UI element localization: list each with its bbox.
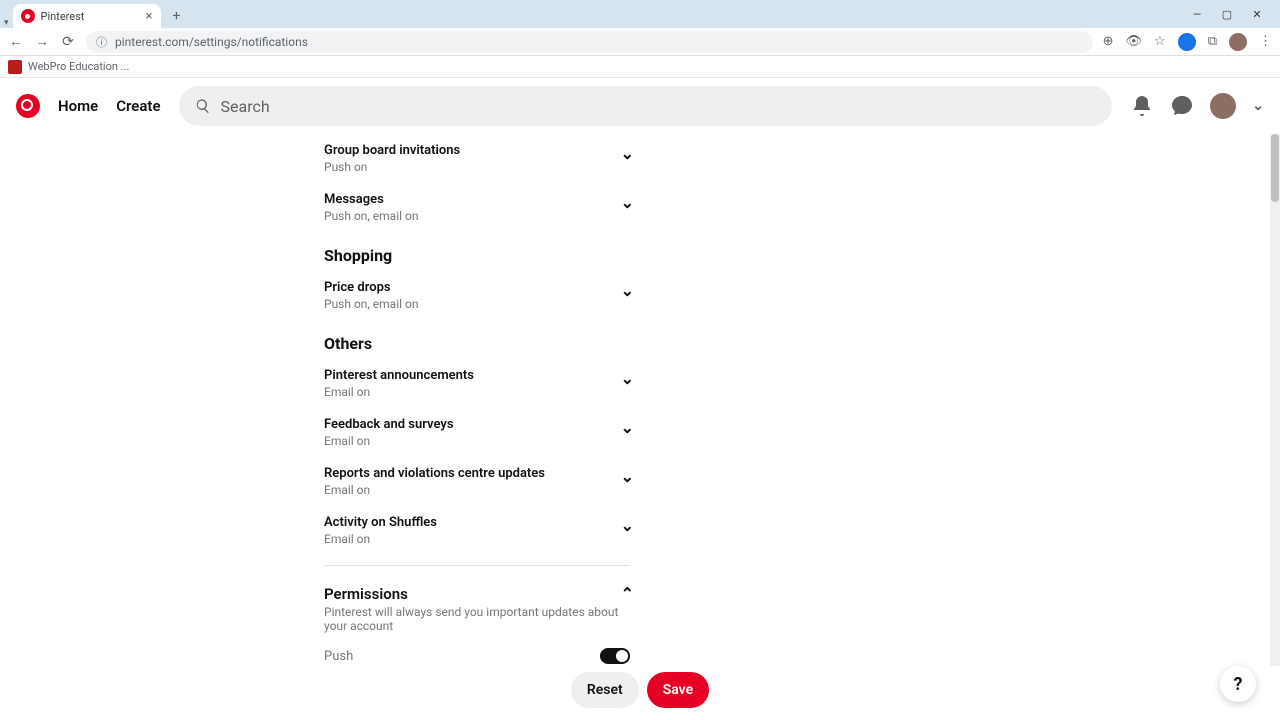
- search-icon: [195, 98, 211, 114]
- settings-content: Group board invitations Push on ⌄ Messag…: [0, 134, 1280, 666]
- row-title: Activity on Shuffles: [324, 515, 630, 530]
- forward-button[interactable]: →: [34, 33, 50, 50]
- bell-icon[interactable]: [1130, 94, 1154, 118]
- minimize-icon[interactable]: —: [1190, 8, 1204, 21]
- back-button[interactable]: ←: [8, 33, 24, 50]
- setting-reports[interactable]: Reports and violations centre updates Em…: [324, 457, 630, 506]
- row-sub: Pinterest will always send you important…: [324, 605, 630, 633]
- window-titlebar: ▾ Pinterest × + — ▢ ✕: [0, 0, 1280, 28]
- setting-feedback[interactable]: Feedback and surveys Email on ⌄: [324, 408, 630, 457]
- row-title: Pinterest announcements: [324, 368, 630, 383]
- bookmark-item[interactable]: WebPro Education ...: [28, 60, 129, 73]
- row-title: Permissions: [324, 585, 630, 603]
- permission-label: Push: [324, 649, 353, 664]
- search-input[interactable]: Search: [179, 86, 1113, 126]
- section-others: Others: [324, 320, 630, 359]
- row-sub: Email on: [324, 532, 630, 546]
- reset-button[interactable]: Reset: [571, 672, 639, 708]
- section-shopping: Shopping: [324, 232, 630, 271]
- row-sub: Email on: [324, 483, 630, 497]
- eye-icon[interactable]: 👁: [1126, 34, 1143, 49]
- row-title: Messages: [324, 192, 630, 207]
- close-tab-icon[interactable]: ×: [146, 9, 153, 24]
- chevron-down-icon: ⌄: [621, 369, 634, 388]
- site-info-icon[interactable]: ⓘ: [96, 34, 107, 50]
- reload-button[interactable]: ⟳: [60, 34, 76, 50]
- row-title: Price drops: [324, 280, 630, 295]
- pinterest-logo[interactable]: [16, 94, 40, 118]
- divider: [324, 565, 630, 566]
- search-placeholder: Search: [221, 97, 270, 116]
- help-button[interactable]: ?: [1220, 666, 1256, 702]
- url-text: pinterest.com/settings/notifications: [115, 35, 308, 49]
- setting-permissions[interactable]: Permissions Pinterest will always send y…: [324, 576, 630, 642]
- setting-announcements[interactable]: Pinterest announcements Email on ⌄: [324, 359, 630, 408]
- bookmark-favicon: [8, 60, 22, 74]
- row-title: Reports and violations centre updates: [324, 466, 630, 481]
- footer-actions: Reset Save: [0, 672, 1280, 708]
- row-sub: Push on, email on: [324, 209, 630, 223]
- chevron-down-icon: ⌄: [621, 467, 634, 486]
- nav-home[interactable]: Home: [58, 97, 98, 115]
- user-avatar[interactable]: [1210, 93, 1236, 119]
- profile-avatar[interactable]: [1229, 33, 1247, 51]
- bookmark-bar: WebPro Education ...: [0, 56, 1280, 78]
- messages-icon[interactable]: [1170, 94, 1194, 118]
- browser-toolbar: ← → ⟳ ⓘ pinterest.com/settings/notificat…: [0, 28, 1280, 56]
- tab-dropdown-icon[interactable]: ▾: [4, 18, 9, 28]
- extensions-icon[interactable]: ⧉: [1208, 34, 1217, 49]
- row-title: Group board invitations: [324, 143, 630, 158]
- browser-tab[interactable]: Pinterest ×: [13, 4, 161, 28]
- row-sub: Email on: [324, 434, 630, 448]
- menu-icon[interactable]: ⋮: [1259, 34, 1272, 49]
- pinterest-header: Home Create Search ⌄: [0, 78, 1280, 134]
- setting-messages[interactable]: Messages Push on, email on ⌄: [324, 183, 630, 232]
- setting-shuffles[interactable]: Activity on Shuffles Email on ⌄: [324, 506, 630, 555]
- push-toggle[interactable]: [600, 648, 630, 664]
- chevron-down-icon: ⌄: [621, 281, 634, 300]
- tab-title: Pinterest: [41, 10, 85, 23]
- nav-create[interactable]: Create: [116, 97, 160, 115]
- row-sub: Push on: [324, 160, 630, 174]
- maximize-icon[interactable]: ▢: [1220, 8, 1234, 21]
- account-chevron-down-icon[interactable]: ⌄: [1252, 98, 1264, 114]
- extension-icon[interactable]: [1178, 33, 1196, 51]
- save-button[interactable]: Save: [647, 672, 709, 708]
- chevron-down-icon: ⌄: [621, 418, 634, 437]
- setting-group-board-invitations[interactable]: Group board invitations Push on ⌄: [324, 134, 630, 183]
- chevron-down-icon: ⌄: [621, 193, 634, 212]
- pinterest-favicon: [21, 9, 35, 23]
- chevron-down-icon: ⌄: [621, 516, 634, 535]
- new-tab-button[interactable]: +: [165, 4, 189, 28]
- bookmark-star-icon[interactable]: ☆: [1154, 34, 1166, 49]
- row-title: Feedback and surveys: [324, 417, 630, 432]
- row-sub: Email on: [324, 385, 630, 399]
- chevron-down-icon: ⌄: [621, 144, 634, 163]
- install-app-icon[interactable]: ⊕: [1103, 34, 1114, 49]
- setting-price-drops[interactable]: Price drops Push on, email on ⌄: [324, 271, 630, 320]
- permission-push: Push: [324, 642, 630, 666]
- address-bar[interactable]: ⓘ pinterest.com/settings/notifications: [86, 31, 1093, 53]
- close-window-icon[interactable]: ✕: [1250, 8, 1264, 21]
- chevron-up-icon: ⌃: [621, 584, 634, 603]
- row-sub: Push on, email on: [324, 297, 630, 311]
- scrollbar[interactable]: [1270, 134, 1280, 666]
